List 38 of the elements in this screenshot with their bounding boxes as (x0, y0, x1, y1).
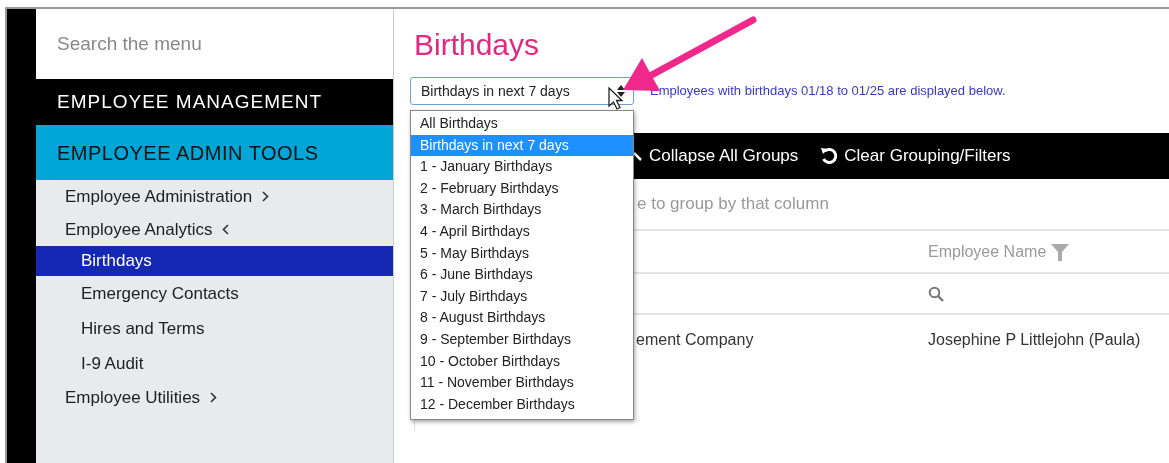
dropdown-option[interactable]: 6 - June Birthdays (411, 264, 633, 286)
chevron-left-icon (222, 224, 230, 235)
search-field[interactable]: Search the menu (36, 9, 393, 79)
submenu-item[interactable]: I-9 Audit (36, 346, 393, 381)
page-title: Birthdays (414, 27, 541, 63)
dropdown-option[interactable]: 8 - August Birthdays (411, 307, 633, 329)
dropdown-option[interactable]: 9 - September Birthdays (411, 328, 633, 351)
dropdown-option[interactable]: 4 - April Birthdays (411, 220, 633, 243)
table-cell-text: Josephine P Littlejohn (Paula) (928, 330, 1141, 350)
dropdown-option[interactable]: 3 - March Birthdays (411, 199, 633, 221)
toolbar-button[interactable]: Clear Grouping/Filters (820, 143, 1011, 169)
menu-item-label[interactable]: Employee Administration (65, 183, 253, 210)
sort-arrows-icon (617, 85, 625, 97)
chevron-right-icon (262, 191, 270, 202)
group-hint: e to group by that column (637, 193, 829, 216)
menu-item-label[interactable]: Employee Analytics (65, 216, 213, 243)
submenu-item[interactable]: Emergency Contacts (36, 276, 393, 311)
toolbar-button[interactable]: Collapse All Groups (633, 143, 799, 169)
filter-icon[interactable] (1050, 241, 1071, 262)
dropdown-option[interactable]: 5 - May Birthdays (411, 242, 633, 265)
dropdown-option[interactable]: All Birthdays (411, 113, 633, 135)
submenu-item[interactable]: Hires and Terms (36, 311, 393, 346)
table-cell: ement Company (636, 331, 754, 348)
submenu-item[interactable]: Birthdays (36, 246, 393, 276)
reset-icon (820, 147, 839, 165)
section-header[interactable]: EMPLOYEE MANAGEMENT (36, 79, 393, 125)
dropdown-option[interactable]: 1 - January Birthdays (411, 156, 633, 178)
dropdown-option[interactable]: 12 - December Birthdays (411, 393, 633, 416)
dropdown-option[interactable]: 11 - November Birthdays (411, 372, 633, 394)
dropdown-option[interactable]: 7 - July Birthdays (411, 285, 633, 308)
group-header[interactable]: EMPLOYEE ADMIN TOOLS (36, 125, 393, 180)
dropdown-option[interactable]: 10 - October Birthdays (411, 350, 633, 373)
menu-item-label[interactable]: Employee Utilities (65, 384, 201, 411)
dropdown-option[interactable]: 2 - February Birthdays (411, 177, 633, 200)
info-note: Employees with birthdays 01/18 to 01/25 are displayed below. (650, 82, 1006, 101)
search-icon[interactable] (928, 285, 944, 302)
filter-select[interactable]: Birthdays in next 7 days (410, 77, 634, 105)
chevron-right-icon (210, 392, 218, 403)
